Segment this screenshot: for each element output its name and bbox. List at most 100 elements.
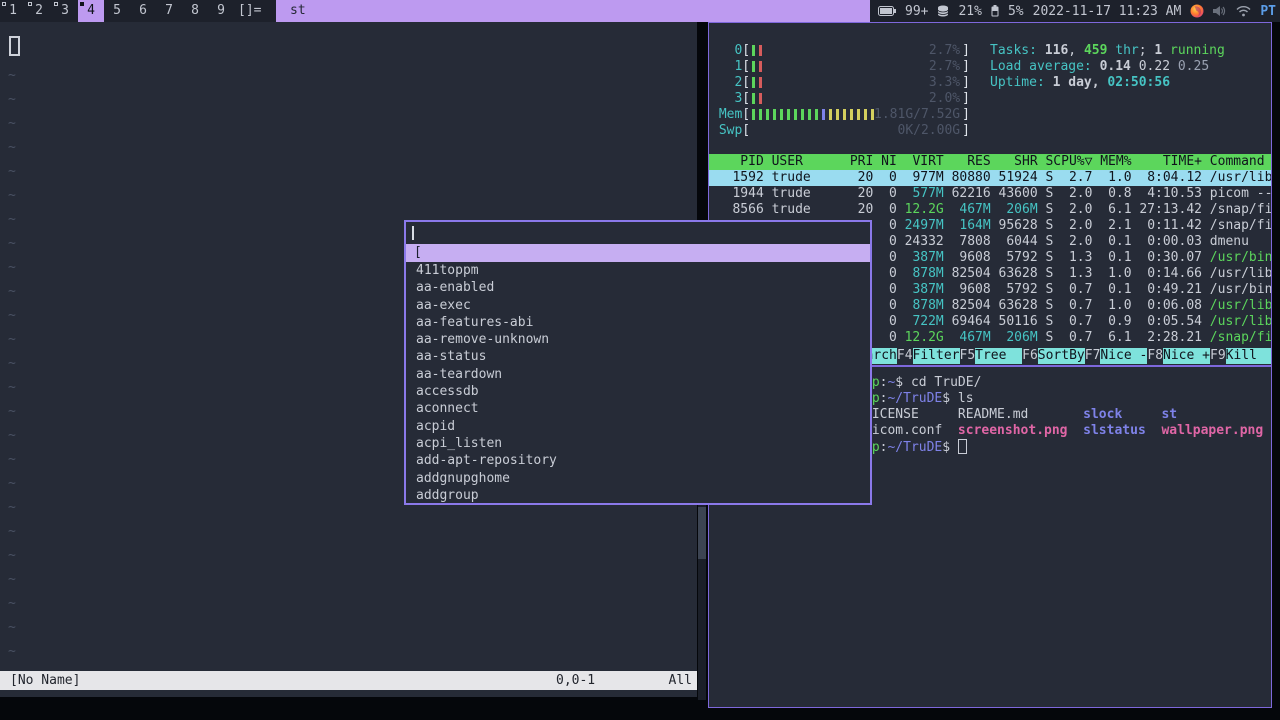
cell-ni: 0 — [888, 170, 897, 185]
cell-ni: 0 — [888, 298, 897, 313]
cell-cmd: /usr/lib/ — [1209, 170, 1271, 185]
bracket: ] — [962, 43, 970, 58]
text-segment: st — [1161, 407, 1178, 422]
cell-s: S — [1045, 282, 1054, 297]
tilde-marker: ~ — [8, 116, 16, 131]
cell-time: 4:10.53 — [1147, 186, 1202, 201]
focused-window-title: st — [276, 0, 870, 22]
layout-symbol[interactable]: []= — [238, 0, 261, 22]
column-header-res[interactable]: RES — [944, 154, 990, 170]
workspace-tag-6[interactable]: 6 — [130, 0, 156, 22]
cell-res: 467M — [959, 202, 991, 217]
launcher-item[interactable]: acpid — [406, 418, 870, 435]
launcher-item[interactable]: addgroup — [406, 487, 870, 503]
column-header-pri[interactable]: PRI — [842, 154, 873, 170]
fkey-label-kill[interactable]: Kill — [1225, 348, 1271, 364]
process-table-header[interactable]: PID USER PRI NI VIRT RES SHR S CPU%▽ MEM% TIME+ Com… — [709, 154, 1271, 170]
column-header-mem[interactable]: MEM% — [1092, 154, 1131, 170]
launcher-item[interactable]: addgnupghome — [406, 470, 870, 487]
launcher-item[interactable]: 411toppm — [406, 262, 870, 279]
process-row[interactable]: 1592 trude 20 0 977M 80880 51924 S 2.7 1.0 8:04.12… — [709, 170, 1271, 186]
storage-percent: 21% — [958, 3, 982, 19]
workspace-tag-1[interactable]: 1 — [0, 0, 26, 22]
fkey-label-sortby[interactable]: SortBy — [1037, 348, 1085, 364]
cell-ni: 0 — [888, 266, 897, 281]
text-segment — [957, 439, 967, 454]
tilde-marker: ~ — [8, 332, 16, 347]
launcher-item[interactable]: [ — [406, 244, 870, 262]
launcher-item[interactable]: aa-features-abi — [406, 314, 870, 331]
tilde-marker: ~ — [8, 380, 16, 395]
firefox-icon[interactable] — [1190, 4, 1204, 18]
column-header-shr[interactable]: SHR — [991, 154, 1037, 170]
cell-virt: 577M — [912, 186, 944, 201]
text-segment: 1 day, — [1052, 75, 1108, 90]
volume-icon[interactable] — [1213, 5, 1227, 17]
fkey-f5[interactable]: F5 — [960, 348, 976, 364]
launcher-item[interactable]: aa-status — [406, 348, 870, 365]
fkey-label-filter[interactable]: Filter — [912, 348, 960, 364]
fkey-f8[interactable]: F8 — [1147, 348, 1163, 364]
workspace-tag-5[interactable]: 5 — [104, 0, 130, 22]
tilde-marker: ~ — [8, 188, 16, 203]
launcher-item[interactable]: aa-remove-unknown — [406, 331, 870, 348]
tag-label: 4 — [87, 3, 95, 18]
meter-bar: 3.3% — [750, 75, 962, 91]
meter-tick — [815, 109, 819, 120]
meter-tick — [773, 109, 777, 120]
column-header-cpu[interactable]: CPU%▽ — [1053, 154, 1092, 170]
cell-shr: 206M — [1006, 202, 1038, 217]
launcher-item[interactable]: aa-teardown — [406, 366, 870, 383]
column-header-s[interactable]: S — [1038, 154, 1053, 170]
memory-percent: 5% — [1007, 3, 1024, 19]
launcher-item[interactable]: aa-enabled — [406, 279, 870, 296]
cell-virt: 2497M — [904, 218, 944, 233]
keyboard-layout-indicator[interactable]: PT — [1260, 4, 1276, 19]
tilde-marker: ~ — [8, 284, 16, 299]
fkey-label-nice -[interactable]: Nice - — [1100, 348, 1148, 364]
launcher-item[interactable]: add-apt-repository — [406, 452, 870, 469]
column-header-command[interactable]: Command — [1210, 154, 1271, 170]
text-segment: p — [871, 440, 880, 455]
fkey-f4[interactable]: F4 — [897, 348, 913, 364]
cell-shr: 5792 — [1006, 282, 1038, 297]
meter-value: 2.7% — [928, 43, 961, 58]
column-header-pid[interactable]: PID — [709, 154, 763, 170]
terminal-line: LICENSE README.md slock st — [864, 407, 1177, 423]
meter-label: 3 — [734, 91, 743, 106]
fkey-f6[interactable]: F6 — [1022, 348, 1038, 364]
process-row[interactable]: 1944 trude 20 0 577M 62216 43600 S 2.0 0.8 4:10.53… — [709, 186, 1271, 202]
column-header-time[interactable]: TIME+ — [1132, 154, 1202, 170]
launcher-item[interactable]: aa-exec — [406, 297, 870, 314]
tag-label: 7 — [165, 3, 173, 18]
wifi-icon[interactable] — [1236, 5, 1251, 17]
launcher-item[interactable]: acpi_listen — [406, 435, 870, 452]
cell-virt: 878M — [912, 266, 944, 281]
cell-virt: 977M — [912, 170, 944, 185]
column-header-user[interactable]: USER — [772, 154, 842, 170]
process-row[interactable]: 8566 trude 20 0 12.2G 467M 206M S 2.0 6.1 27:13.42… — [709, 202, 1271, 218]
fkey-f9[interactable]: F9 — [1210, 348, 1226, 364]
fkey-f7[interactable]: F7 — [1085, 348, 1101, 364]
workspace-tag-4[interactable]: 4 — [78, 0, 104, 22]
scrollbar[interactable] — [698, 505, 706, 700]
launcher-input[interactable] — [406, 222, 870, 244]
tilde-marker: ~ — [8, 92, 16, 107]
htop-info-line: Uptime: 1 day, 02:50:56 — [990, 75, 1170, 91]
launcher-item[interactable]: accessdb — [406, 383, 870, 400]
column-header-ni[interactable]: NI — [873, 154, 897, 170]
workspace-tag-3[interactable]: 3 — [52, 0, 78, 22]
column-header-virt[interactable]: VIRT — [897, 154, 943, 170]
tag-label: 5 — [113, 3, 121, 18]
fkey-label-nice +[interactable]: Nice + — [1163, 348, 1210, 364]
cell-cpu: 2.7 — [1068, 170, 1093, 185]
launcher-item[interactable]: aconnect — [406, 400, 870, 417]
workspace-tag-7[interactable]: 7 — [156, 0, 182, 22]
tilde-marker: ~ — [8, 476, 16, 491]
workspace-tag-2[interactable]: 2 — [26, 0, 52, 22]
fkey-label-tree[interactable]: Tree — [975, 348, 1023, 364]
cell-mem: 1.0 — [1108, 298, 1132, 313]
workspace-tag-9[interactable]: 9 — [208, 0, 234, 22]
scrollbar-thumb[interactable] — [698, 507, 706, 559]
workspace-tag-8[interactable]: 8 — [182, 0, 208, 22]
